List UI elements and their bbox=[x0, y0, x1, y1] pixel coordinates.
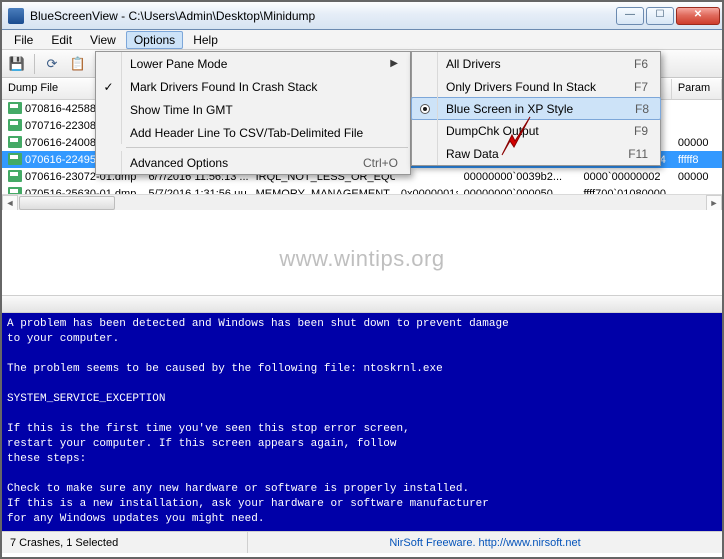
submenu-accel: F9 bbox=[634, 124, 648, 138]
submenu-label: DumpChk Output bbox=[446, 124, 606, 138]
status-link[interactable]: NirSoft Freeware. http://www.nirsoft.net bbox=[248, 532, 722, 553]
submenu-accel: F7 bbox=[634, 80, 648, 94]
submenu-label: Blue Screen in XP Style bbox=[446, 102, 607, 116]
submenu-accel: F8 bbox=[635, 102, 649, 116]
dump-file-icon bbox=[8, 136, 22, 148]
save-icon[interactable]: 💾 bbox=[6, 53, 28, 75]
scroll-right-icon[interactable]: ► bbox=[706, 195, 722, 211]
menu-lower-pane-mode[interactable]: Lower Pane Mode▶ bbox=[96, 52, 410, 75]
menu-add-header[interactable]: Add Header Line To CSV/Tab-Delimited Fil… bbox=[96, 121, 410, 144]
status-count: 7 Crashes, 1 Selected bbox=[2, 532, 248, 553]
radio-dot-icon bbox=[421, 105, 429, 113]
check-icon: ✓ bbox=[103, 80, 113, 94]
watermark-text: www.wintips.org bbox=[2, 246, 722, 272]
cell: 0000`00000002 bbox=[577, 171, 671, 183]
submenu-label: Only Drivers Found In Stack bbox=[446, 80, 606, 94]
properties-icon[interactable]: 📋 bbox=[67, 53, 89, 75]
close-button[interactable]: ✕ bbox=[676, 7, 720, 25]
scroll-thumb[interactable] bbox=[19, 196, 115, 210]
menu-show-gmt[interactable]: Show Time In GMT bbox=[96, 98, 410, 121]
col-param3[interactable]: Param bbox=[672, 79, 722, 99]
lower-pane-bsod: A problem has been detected and Windows … bbox=[2, 313, 722, 531]
submenu-label: Raw Data bbox=[446, 147, 600, 161]
minimize-button[interactable]: — bbox=[616, 7, 644, 25]
menu-help[interactable]: Help bbox=[185, 31, 226, 49]
dump-file-icon bbox=[8, 102, 22, 114]
cell: fffff8 bbox=[672, 154, 722, 166]
maximize-button[interactable]: ☐ bbox=[646, 7, 674, 25]
window-title: BlueScreenView - C:\Users\Admin\Desktop\… bbox=[30, 9, 616, 23]
submenu-item[interactable]: All Drivers F6 bbox=[412, 52, 660, 75]
dump-file-icon bbox=[8, 153, 22, 165]
options-dropdown: Lower Pane Mode▶ ✓Mark Drivers Found In … bbox=[95, 51, 411, 175]
cell: 00000 bbox=[672, 171, 722, 183]
submenu-arrow-icon: ▶ bbox=[390, 58, 398, 69]
submenu-item[interactable]: Raw Data F11 bbox=[412, 142, 660, 165]
pane-splitter[interactable] bbox=[2, 295, 722, 313]
cell: 00000000`0039b2... bbox=[458, 171, 578, 183]
horizontal-scrollbar[interactable]: ◄ ► bbox=[2, 194, 722, 210]
statusbar: 7 Crashes, 1 Selected NirSoft Freeware. … bbox=[2, 531, 722, 553]
submenu-accel: F11 bbox=[628, 147, 648, 161]
menu-advanced-options[interactable]: Advanced OptionsCtrl+O bbox=[96, 151, 410, 174]
cell: 00000 bbox=[672, 137, 722, 149]
submenu-item[interactable]: DumpChk Output F9 bbox=[412, 119, 660, 142]
refresh-icon[interactable]: ⟳ bbox=[41, 53, 63, 75]
scroll-left-icon[interactable]: ◄ bbox=[2, 195, 18, 211]
submenu-item[interactable]: Blue Screen in XP Style F8 bbox=[411, 97, 661, 120]
menu-separator bbox=[126, 147, 408, 148]
menu-view[interactable]: View bbox=[82, 31, 124, 49]
lower-pane-submenu: All Drivers F6 Only Drivers Found In Stack… bbox=[411, 51, 661, 166]
menu-options[interactable]: Options bbox=[126, 31, 183, 49]
submenu-item[interactable]: Only Drivers Found In Stack F7 bbox=[412, 75, 660, 98]
dump-file-icon bbox=[8, 170, 22, 182]
menubar: File Edit View Options Help bbox=[2, 30, 722, 50]
menu-file[interactable]: File bbox=[6, 31, 41, 49]
menu-mark-drivers[interactable]: ✓Mark Drivers Found In Crash Stack bbox=[96, 75, 410, 98]
dump-file-icon bbox=[8, 119, 22, 131]
toolbar-separator bbox=[34, 54, 35, 74]
submenu-accel: F6 bbox=[634, 57, 648, 71]
menu-edit[interactable]: Edit bbox=[43, 31, 80, 49]
titlebar: BlueScreenView - C:\Users\Admin\Desktop\… bbox=[2, 2, 722, 30]
submenu-label: All Drivers bbox=[446, 57, 606, 71]
app-icon bbox=[8, 8, 24, 24]
